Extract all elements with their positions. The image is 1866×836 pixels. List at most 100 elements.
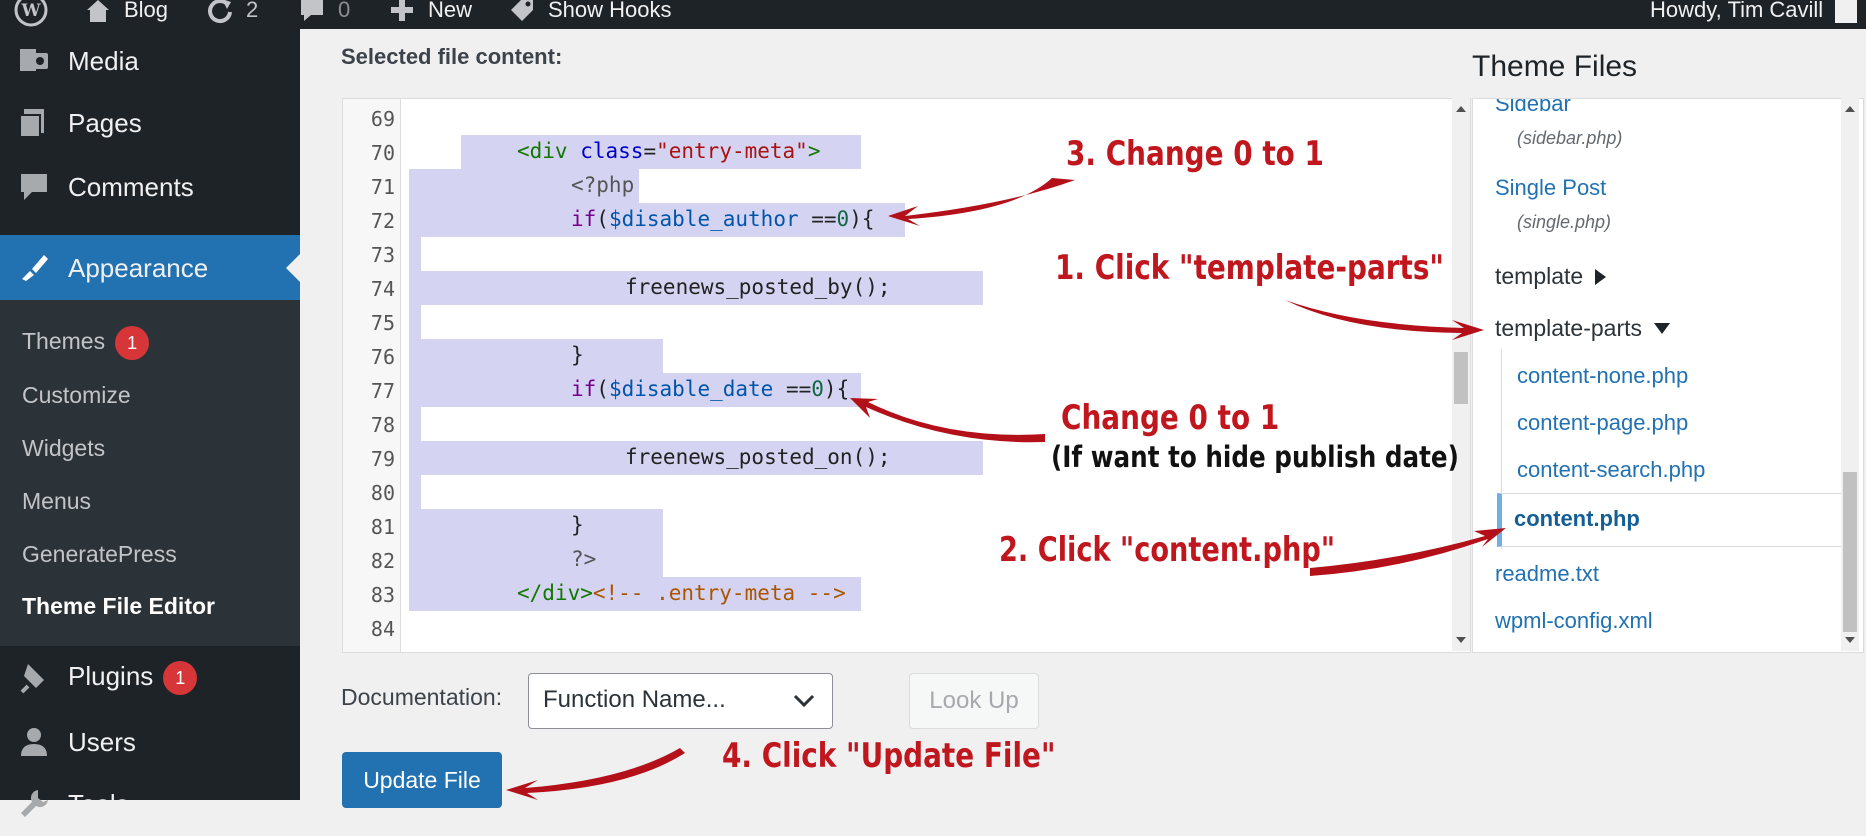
look-up-button[interactable]: Look Up <box>909 673 1039 729</box>
admin-bar-blog[interactable]: Blog <box>84 0 168 28</box>
file-sidebar[interactable]: Sidebar <box>1495 99 1571 117</box>
submenu-widgets[interactable]: Widgets <box>22 435 105 462</box>
function-name-select-value: Function Name... <box>543 686 726 713</box>
scroll-up-icon[interactable] <box>1845 106 1855 112</box>
wrench-icon <box>21 790 48 817</box>
themes-update-badge: 1 <box>115 326 150 360</box>
code-line: if($disable_date ==0){ <box>571 377 850 401</box>
collapse-arrow-icon <box>1654 323 1671 334</box>
function-name-select[interactable]: Function Name... <box>528 673 833 729</box>
comment-bubble-icon <box>301 0 323 21</box>
files-scroll-thumb[interactable] <box>1843 472 1857 632</box>
menu-pages[interactable]: Pages <box>0 91 300 155</box>
menu-tools[interactable]: Tools <box>0 772 300 836</box>
menu-comments-label: Comments <box>68 171 194 202</box>
menu-appearance-label: Appearance <box>68 252 209 283</box>
annotation-note: (If want to hide publish date) <box>1051 440 1459 474</box>
menu-media[interactable]: Media <box>0 29 300 93</box>
annotation-step3: 3. Change 0 to 1 <box>1066 134 1324 174</box>
file-wpml-config[interactable]: wpml-config.xml <box>1495 608 1653 634</box>
menu-comments[interactable]: Comments <box>0 155 300 219</box>
plus-icon <box>391 0 413 21</box>
avatar <box>1835 0 1858 23</box>
code-line: <div class="entry-meta"> <box>517 139 821 163</box>
selection-highlight <box>409 509 663 543</box>
menu-plugins[interactable]: Plugins 1 <box>0 646 300 710</box>
admin-bar-comments[interactable]: 0 <box>298 0 350 28</box>
menu-plugins-label: Plugins 1 <box>68 661 198 696</box>
line-number: 78 <box>370 413 395 437</box>
menu-media-label: Media <box>68 45 139 76</box>
admin-bar-updates[interactable]: 2 <box>206 0 258 28</box>
code-line: ?> <box>571 547 597 571</box>
submenu-customize[interactable]: Customize <box>22 382 131 409</box>
folder-template[interactable]: template <box>1495 263 1607 290</box>
expand-arrow-icon <box>1595 268 1607 285</box>
theme-files-title: Theme Files <box>1472 50 1638 83</box>
plug-icon <box>20 664 44 694</box>
menu-appearance[interactable]: Appearance <box>0 235 300 301</box>
updates-count: 2 <box>246 0 259 22</box>
submenu-themes[interactable]: Themes 1 <box>22 326 150 360</box>
chevron-down-icon <box>793 694 815 708</box>
menu-users[interactable]: Users <box>0 710 300 774</box>
scroll-down-icon[interactable] <box>1456 637 1466 643</box>
editor-scroll-thumb[interactable] <box>1454 352 1468 404</box>
code-line: freenews_posted_by(); <box>625 275 891 299</box>
folder-template-parts-label: template-parts <box>1495 315 1643 341</box>
submenu-theme-file-editor[interactable]: Theme File Editor <box>22 593 215 620</box>
code-line: } <box>571 513 584 537</box>
annotation-change: Change 0 to 1 <box>1061 398 1280 438</box>
svg-text:W: W <box>20 1 41 21</box>
comments-icon <box>21 174 47 200</box>
file-content-search[interactable]: content-search.php <box>1517 457 1705 483</box>
files-scrollbar[interactable] <box>1841 98 1859 651</box>
file-single-filename: (single.php) <box>1517 212 1612 232</box>
admin-bar-show-hooks[interactable]: Show Hooks <box>508 0 672 28</box>
file-content-label: content.php <box>1514 506 1640 531</box>
tag-icon <box>511 0 533 21</box>
line-number: 84 <box>370 617 395 641</box>
selection-highlight <box>409 237 421 271</box>
selection-highlight <box>409 339 663 373</box>
submenu-themes-label: Themes <box>22 328 106 355</box>
comments-count: 0 <box>338 0 351 22</box>
line-number: 71 <box>370 175 395 199</box>
scroll-down-icon[interactable] <box>1845 637 1855 643</box>
line-number: 81 <box>370 515 395 539</box>
code-line: </div><!-- .entry-meta --> <box>517 581 846 605</box>
selection-highlight <box>409 543 663 577</box>
annotation-step4: 4. Click "Update File" <box>722 736 1056 776</box>
line-number: 76 <box>370 345 395 369</box>
code-line: } <box>571 343 584 367</box>
line-number: 83 <box>370 583 395 607</box>
file-content-none[interactable]: content-none.php <box>1517 363 1688 389</box>
file-readme[interactable]: readme.txt <box>1495 561 1599 587</box>
menu-tools-label: Tools <box>68 788 129 819</box>
howdy-greeting: Howdy, Tim Cavill <box>1650 0 1824 22</box>
file-content-page[interactable]: content-page.php <box>1517 410 1688 436</box>
plugins-update-badge: 1 <box>163 661 198 696</box>
code-line: if($disable_author ==0){ <box>571 207 875 231</box>
menu-users-label: Users <box>68 726 136 757</box>
folder-template-parts[interactable]: template-parts <box>1495 315 1671 342</box>
file-single-post[interactable]: Single Post <box>1495 175 1606 201</box>
scroll-up-icon[interactable] <box>1456 106 1466 112</box>
menu-pages-label: Pages <box>68 107 142 138</box>
selection-highlight <box>409 305 421 339</box>
line-number: 77 <box>370 379 395 403</box>
wordpress-logo-icon[interactable]: W <box>14 0 48 28</box>
arrow-step4 <box>506 748 685 800</box>
submenu-menus[interactable]: Menus <box>22 488 91 515</box>
admin-bar: W Blog 2 0 New Show Hooks Howdy, Tim Cav… <box>0 0 1866 29</box>
media-icon <box>20 49 48 71</box>
home-icon <box>87 0 109 22</box>
admin-bar-blog-label: Blog <box>124 0 169 22</box>
file-content-active[interactable]: content.php <box>1497 493 1844 547</box>
admin-bar-account[interactable]: Howdy, Tim Cavill <box>1650 0 1858 28</box>
refresh-icon <box>208 0 232 24</box>
editor-scrollbar[interactable] <box>1452 98 1470 651</box>
submenu-generatepress[interactable]: GeneratePress <box>22 541 177 568</box>
admin-bar-new[interactable]: New <box>388 0 472 28</box>
line-number: 80 <box>370 481 395 505</box>
